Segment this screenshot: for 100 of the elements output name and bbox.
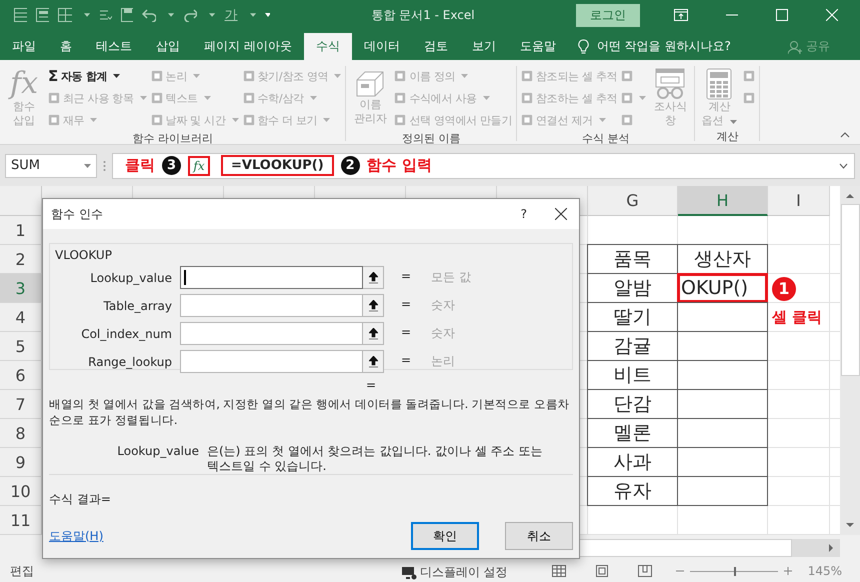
row-header[interactable]: 4 <box>0 303 42 332</box>
table-cell[interactable]: OKUP() <box>677 273 768 303</box>
argument-value-hint: 논리 <box>430 353 456 370</box>
table-cell[interactable] <box>677 302 768 332</box>
minimize-icon[interactable] <box>726 14 738 16</box>
callout-label: 클릭 <box>125 156 155 175</box>
row-header[interactable]: 5 <box>0 332 42 361</box>
dialog-button[interactable]: 확인 <box>411 522 479 550</box>
ribbon-display-icon[interactable] <box>674 9 688 21</box>
caret-icon <box>323 118 330 122</box>
group-label: 계산 <box>715 129 740 145</box>
scroll-thumb[interactable] <box>578 538 792 556</box>
scroll-thumb[interactable] <box>840 204 860 376</box>
row-header[interactable]: 9 <box>0 448 42 477</box>
row-header[interactable]: 1 <box>0 216 42 245</box>
row-header[interactable]: 8 <box>0 419 42 448</box>
border-icon[interactable] <box>58 8 72 22</box>
caret-icon <box>250 13 256 17</box>
zoom-level[interactable]: 145% <box>808 564 842 578</box>
caret-icon <box>310 96 317 100</box>
row-header[interactable]: 7 <box>0 390 42 419</box>
vertical-scrollbar[interactable] <box>840 186 860 535</box>
insert-function-button[interactable]: fx <box>188 156 210 176</box>
zoom-in-icon[interactable] <box>784 567 792 575</box>
argument-field[interactable] <box>180 350 363 373</box>
font-color-button[interactable]: 가 <box>224 6 238 24</box>
ribbon-tab[interactable]: 테스트 <box>84 33 144 60</box>
caret-icon <box>461 74 468 78</box>
collapse-dialog-button[interactable] <box>363 294 384 317</box>
close-icon[interactable] <box>555 208 567 220</box>
collapse-dialog-button[interactable] <box>363 266 384 289</box>
step-badge: 2 <box>340 156 360 175</box>
argument-value-hint: 숫자 <box>430 297 456 314</box>
expand-icon[interactable] <box>839 162 848 168</box>
form-icon[interactable] <box>36 8 50 22</box>
row-header[interactable]: 11 <box>0 506 42 535</box>
ribbon-tab[interactable]: 페이지 레이아웃 <box>192 33 304 60</box>
lightbulb-icon <box>578 38 589 54</box>
row-header[interactable]: 6 <box>0 361 42 390</box>
ribbon-tab[interactable]: 보기 <box>460 33 508 60</box>
display-settings-button[interactable]: 디스플레이 설정 <box>400 561 508 581</box>
argument-label: Lookup_value <box>89 270 173 284</box>
row-header[interactable]: 3 <box>0 274 42 303</box>
dialog-button[interactable]: 취소 <box>505 522 573 550</box>
redo-icon[interactable] <box>183 8 198 22</box>
caret-icon <box>140 96 147 100</box>
argument-field[interactable] <box>180 294 363 317</box>
ribbon-button[interactable]: Σ 자동 합계 <box>48 66 147 86</box>
login-button[interactable]: 로그인 <box>576 4 640 26</box>
ribbon-tab[interactable]: 삽입 <box>144 33 192 60</box>
collapse-ribbon-icon[interactable] <box>840 132 850 138</box>
collapse-dialog-button[interactable] <box>363 350 384 373</box>
customize-icon[interactable] <box>264 11 270 19</box>
formula-bar[interactable]: 클릭 3 fx =VLOOKUP() 2 함수 입력 <box>112 152 855 178</box>
ribbon-tab[interactable]: 검토 <box>412 33 460 60</box>
undo-icon[interactable] <box>142 8 156 22</box>
table-cell: 품목 <box>587 244 678 274</box>
horizontal-scrollbar[interactable] <box>578 538 840 556</box>
argument-label: Table_array <box>102 298 173 312</box>
caret-icon <box>598 118 606 122</box>
row-header[interactable]: 10 <box>0 477 42 506</box>
window-title: 통합 문서1 - Excel <box>370 6 476 24</box>
ribbon-tab[interactable]: 홈 <box>48 33 84 60</box>
caret-icon <box>730 120 738 124</box>
table-icon[interactable] <box>14 8 28 22</box>
column-header[interactable]: I <box>768 186 830 216</box>
argument-field[interactable] <box>180 266 363 289</box>
row-header[interactable]: 2 <box>0 245 42 274</box>
normal-view-icon[interactable] <box>552 565 566 577</box>
caret-icon <box>84 164 91 168</box>
person-icon <box>788 40 802 54</box>
ribbon-tab[interactable]: 데이터 <box>352 33 412 60</box>
caret-icon <box>90 118 98 122</box>
ribbon-tab[interactable]: 도움말 <box>508 33 568 60</box>
column-header[interactable]: G <box>588 186 678 216</box>
monitor-gear-icon <box>400 566 417 580</box>
watch-window-icon <box>653 68 688 100</box>
page-break-icon[interactable] <box>638 565 652 577</box>
caret-icon <box>639 96 646 100</box>
collapse-dialog-button[interactable] <box>363 322 384 345</box>
tell-me-field[interactable]: 어떤 작업을 원하시나요? <box>578 33 731 60</box>
table-cell: 유자 <box>587 476 678 506</box>
caret-icon <box>193 74 200 78</box>
caret-icon <box>334 74 342 78</box>
argument-value-hint: 숫자 <box>430 325 456 342</box>
caret-icon <box>232 118 238 122</box>
drag-handle-icon[interactable] <box>103 160 106 172</box>
argument-label: Range_lookup <box>87 354 173 368</box>
column-header[interactable]: H <box>678 186 768 216</box>
ribbon-tab[interactable]: 수식 <box>304 33 352 60</box>
page-layout-icon[interactable] <box>596 565 608 577</box>
help-link[interactable]: 도움말(H) <box>49 528 104 544</box>
maximize-icon[interactable] <box>776 9 788 21</box>
table-cell[interactable] <box>677 476 768 506</box>
name-box[interactable]: SUM <box>5 154 97 178</box>
help-button[interactable]: ? <box>520 207 527 221</box>
save-icon[interactable] <box>120 8 134 22</box>
argument-field[interactable] <box>180 322 363 345</box>
checklist-icon[interactable] <box>98 8 112 22</box>
ribbon-tab[interactable]: 파일 <box>0 33 48 60</box>
